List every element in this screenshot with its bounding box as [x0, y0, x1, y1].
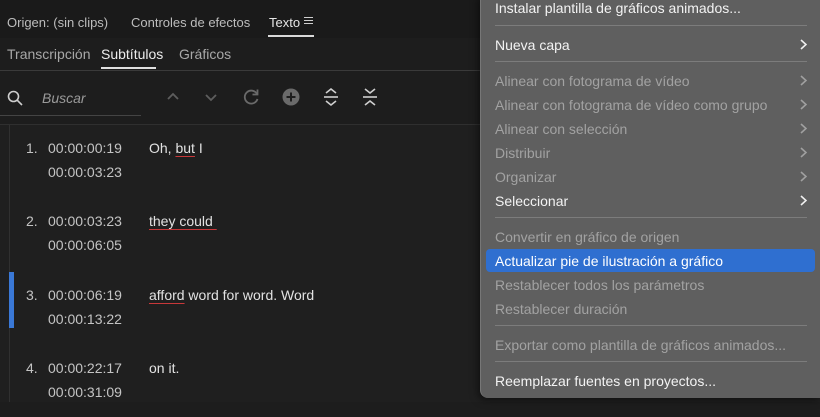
menu-item-reset-duration[interactable]: Restablecer duración: [486, 297, 815, 320]
menu-item-align-frame[interactable]: Alinear con fotograma de vídeo: [486, 69, 815, 92]
caption-row[interactable]: 2. 00:00:03:23 00:00:06:05 they could: [0, 198, 480, 270]
tab-effect-controls[interactable]: Controles de efectos: [131, 15, 250, 30]
menu-item-align-frame-group[interactable]: Alinear con fotograma de vídeo como grup…: [486, 93, 815, 116]
expand-icon[interactable]: [320, 86, 342, 108]
subtab-graphics[interactable]: Gráficos: [179, 46, 231, 62]
collapse-icon[interactable]: [359, 86, 381, 108]
menu-separator: [495, 325, 807, 326]
menu-item-label: Distribuir: [495, 145, 551, 161]
caption-in-time[interactable]: 00:00:03:23: [48, 213, 122, 229]
caption-out-time[interactable]: 00:00:06:05: [48, 237, 122, 253]
active-tab-indicator: [268, 35, 314, 37]
menu-separator: [495, 361, 807, 362]
caption-in-time[interactable]: 00:00:06:19: [48, 287, 122, 303]
menu-item-label: Alinear con fotograma de vídeo como grup…: [495, 97, 768, 113]
menu-separator: [495, 61, 807, 62]
menu-item-label: Restablecer duración: [495, 301, 628, 317]
subtab-subtitles[interactable]: Subtítulos: [101, 46, 163, 62]
menu-item-install-template[interactable]: Instalar plantilla de gráficos animados.…: [486, 0, 815, 19]
menu-item-label: Instalar plantilla de gráficos animados.…: [495, 0, 741, 16]
menu-item-label: Nueva capa: [495, 37, 570, 53]
chevron-right-icon: [800, 39, 807, 50]
subtab-transcription[interactable]: Transcripción: [7, 46, 91, 62]
caption-row[interactable]: 1. 00:00:00:19 00:00:03:23 Oh, but I: [0, 125, 480, 197]
caption-text[interactable]: on it.: [149, 360, 179, 376]
caption-out-time[interactable]: 00:00:13:22: [48, 311, 122, 327]
caption-number: 1.: [26, 140, 38, 156]
caption-row-selected[interactable]: 3. 00:00:06:19 00:00:13:22 afford word f…: [0, 272, 480, 344]
caption-text-part: I: [194, 140, 203, 156]
hamburger-menu-icon[interactable]: [304, 17, 313, 25]
chevron-right-icon: [800, 195, 807, 206]
selection-indicator: [9, 272, 14, 328]
menu-item-label: Exportar como plantilla de gráficos anim…: [495, 337, 787, 353]
active-subtab-indicator: [101, 67, 156, 69]
menu-item-label: Reemplazar fuentes en proyectos...: [495, 373, 717, 389]
caption-text-flagged: they could: [149, 213, 217, 229]
menu-item-update-caption[interactable]: Actualizar pie de ilustración a gráfico: [486, 249, 815, 272]
menu-item-select[interactable]: Seleccionar: [486, 189, 815, 212]
menu-item-align-selection[interactable]: Alinear con selección: [486, 117, 815, 140]
chevron-down-icon[interactable]: [200, 86, 222, 108]
caption-text-part: Oh,: [149, 140, 176, 156]
menu-item-convert-source[interactable]: Convertir en gráfico de origen: [486, 225, 815, 248]
menu-item-organize[interactable]: Organizar: [486, 165, 815, 188]
menu-item-label: Convertir en gráfico de origen: [495, 229, 680, 245]
menu-item-label: Restablecer todos los parámetros: [495, 277, 705, 293]
menu-item-label: Organizar: [495, 169, 557, 185]
caption-text-flagged: afford: [149, 287, 185, 303]
chevron-right-icon: [800, 171, 807, 182]
menu-item-distribute[interactable]: Distribuir: [486, 141, 815, 164]
caption-text[interactable]: afford word for word. Word: [149, 287, 314, 303]
caption-in-time[interactable]: 00:00:00:19: [48, 140, 122, 156]
chevron-right-icon: [800, 147, 807, 158]
search-icon[interactable]: [7, 90, 23, 106]
menu-separator: [495, 217, 807, 218]
caption-text-flagged: but: [175, 140, 195, 156]
caption-number: 4.: [26, 360, 38, 376]
caption-in-time[interactable]: 00:00:22:17: [48, 360, 122, 376]
chevron-right-icon: [800, 123, 807, 134]
menu-item-replace-fonts[interactable]: Reemplazar fuentes en proyectos...: [486, 369, 815, 392]
caption-text[interactable]: Oh, but I: [149, 140, 203, 156]
tab-source[interactable]: Origen: (sin clips): [7, 15, 108, 30]
caption-out-time[interactable]: 00:00:03:23: [48, 164, 122, 180]
add-circle-icon[interactable]: [280, 86, 302, 108]
menu-separator: [495, 25, 807, 26]
search-input[interactable]: [40, 86, 144, 110]
menu-item-new-layer[interactable]: Nueva capa: [486, 33, 815, 56]
chevron-up-icon[interactable]: [162, 86, 184, 108]
caption-text[interactable]: they could: [149, 213, 217, 229]
caption-out-time[interactable]: 00:00:31:09: [48, 384, 122, 400]
tab-text[interactable]: Texto: [269, 15, 300, 30]
menu-item-label: Alinear con fotograma de vídeo: [495, 73, 690, 89]
caption-number: 2.: [26, 213, 38, 229]
caption-number: 3.: [26, 287, 38, 303]
search-underline: [0, 115, 141, 116]
context-menu: Instalar plantilla de gráficos animados.…: [480, 0, 820, 398]
menu-item-export-template[interactable]: Exportar como plantilla de gráficos anim…: [486, 333, 815, 356]
menu-item-reset-params[interactable]: Restablecer todos los parámetros: [486, 273, 815, 296]
chevron-right-icon: [800, 75, 807, 86]
caption-row[interactable]: 4. 00:00:22:17 00:00:31:09 on it.: [0, 345, 480, 417]
caption-text-part: on it.: [149, 360, 180, 376]
menu-item-label: Actualizar pie de ilustración a gráfico: [495, 253, 724, 269]
menu-item-label: Seleccionar: [495, 193, 569, 209]
refresh-icon[interactable]: [240, 86, 262, 108]
caption-text-part: word for word. Word: [184, 287, 315, 303]
menu-item-label: Alinear con selección: [495, 121, 628, 137]
chevron-right-icon: [800, 99, 807, 110]
